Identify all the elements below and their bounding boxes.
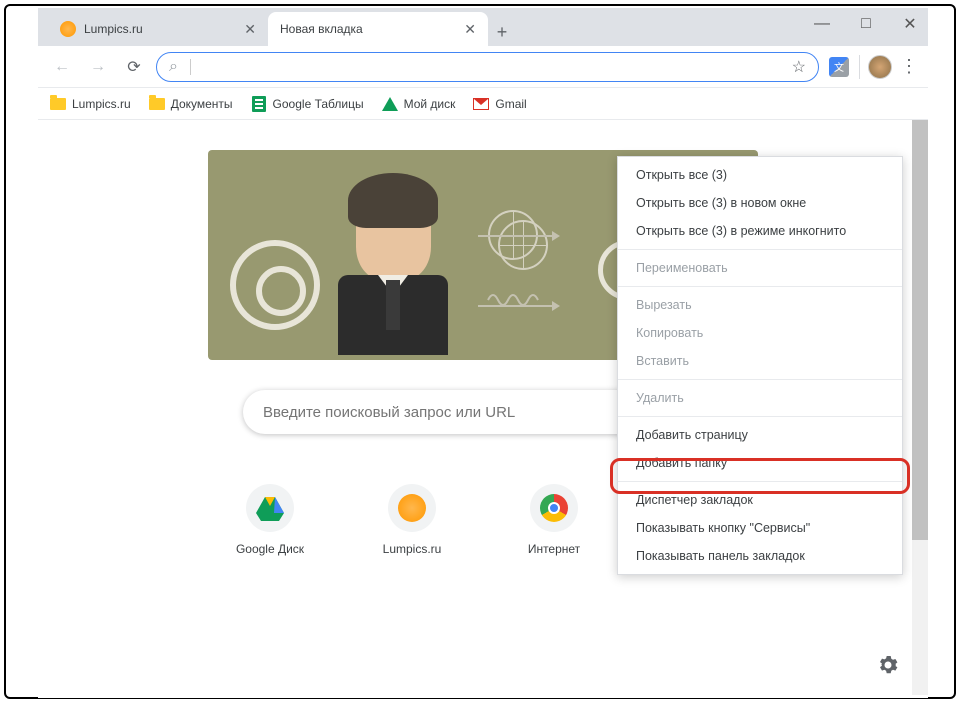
bookmark-drive[interactable]: Мой диск <box>382 96 456 112</box>
minimize-button[interactable]: — <box>812 14 832 34</box>
bookmark-sheets[interactable]: Google Таблицы <box>251 96 364 112</box>
shortcut-drive[interactable]: Google Диск <box>215 484 325 556</box>
drive-icon <box>382 96 398 112</box>
scrollbar[interactable] <box>912 120 928 695</box>
nav-bar: ← → ⟳ ⌕ ☆ 文 ⋮ <box>38 46 928 88</box>
menu-show-apps-button[interactable]: Показывать кнопку "Сервисы" <box>618 514 902 542</box>
bookmark-documents[interactable]: Документы <box>149 96 233 112</box>
bookmark-gmail[interactable]: Gmail <box>473 96 526 112</box>
context-menu: Открыть все (3) Открыть все (3) в новом … <box>617 156 903 575</box>
shortcut-label: Google Диск <box>236 542 304 556</box>
menu-separator <box>618 286 902 287</box>
drive-icon <box>246 484 294 532</box>
tab-title: Lumpics.ru <box>84 22 143 36</box>
menu-open-all[interactable]: Открыть все (3) <box>618 161 902 189</box>
chrome-icon <box>530 484 578 532</box>
bookmark-lumpics[interactable]: Lumpics.ru <box>50 96 131 112</box>
window-controls: — □ ✕ <box>812 14 920 34</box>
profile-avatar[interactable] <box>868 55 892 79</box>
search-icon: ⌕ <box>169 58 178 76</box>
menu-rename[interactable]: Переименовать <box>618 254 902 282</box>
shortcut-label: Интернет <box>528 542 580 556</box>
menu-bookmark-manager[interactable]: Диспетчер закладок <box>618 486 902 514</box>
close-tab-icon[interactable]: ✕ <box>464 21 476 38</box>
shortcut-lumpics[interactable]: Lumpics.ru <box>357 484 467 556</box>
bookmarks-bar: Lumpics.ru Документы Google Таблицы Мой … <box>38 88 928 120</box>
tab-title: Новая вкладка <box>280 22 363 36</box>
cursor <box>190 59 191 75</box>
shortcut-internet[interactable]: Интернет <box>499 484 609 556</box>
forward-button[interactable]: → <box>84 53 112 81</box>
menu-cut[interactable]: Вырезать <box>618 291 902 319</box>
menu-add-folder[interactable]: Добавить папку <box>618 449 902 477</box>
maximize-button[interactable]: □ <box>856 14 876 34</box>
tab-new[interactable]: Новая вкладка ✕ <box>268 12 488 46</box>
menu-separator <box>618 416 902 417</box>
close-tab-icon[interactable]: ✕ <box>244 21 256 38</box>
sheets-icon <box>251 96 267 112</box>
menu-paste[interactable]: Вставить <box>618 347 902 375</box>
more-menu-button[interactable]: ⋮ <box>900 56 918 77</box>
menu-delete[interactable]: Удалить <box>618 384 902 412</box>
menu-add-page[interactable]: Добавить страницу <box>618 421 902 449</box>
bookmark-label: Gmail <box>495 97 526 111</box>
reload-button[interactable]: ⟳ <box>120 53 148 81</box>
separator <box>859 55 860 79</box>
back-button[interactable]: ← <box>48 53 76 81</box>
bookmark-label: Google Таблицы <box>273 97 364 111</box>
shortcut-label: Lumpics.ru <box>383 542 442 556</box>
close-window-button[interactable]: ✕ <box>900 14 920 34</box>
orange-icon <box>60 21 76 37</box>
folder-icon <box>149 96 165 112</box>
menu-open-all-incognito[interactable]: Открыть все (3) в режиме инкогнито <box>618 217 902 245</box>
bookmark-label: Документы <box>171 97 233 111</box>
bookmark-label: Lumpics.ru <box>72 97 131 111</box>
menu-separator <box>618 379 902 380</box>
menu-separator <box>618 249 902 250</box>
menu-open-all-window[interactable]: Открыть все (3) в новом окне <box>618 189 902 217</box>
menu-show-bookmarks-bar[interactable]: Показывать панель закладок <box>618 542 902 570</box>
menu-copy[interactable]: Копировать <box>618 319 902 347</box>
bookmark-label: Мой диск <box>404 97 456 111</box>
star-icon[interactable]: ☆ <box>792 57 806 77</box>
menu-separator <box>618 481 902 482</box>
gmail-icon <box>473 96 489 112</box>
folder-icon <box>50 96 66 112</box>
orange-icon <box>388 484 436 532</box>
settings-gear-icon[interactable] <box>876 653 900 677</box>
tab-lumpics[interactable]: Lumpics.ru ✕ <box>48 12 268 46</box>
new-tab-button[interactable]: + <box>488 18 516 46</box>
translate-extension-icon[interactable]: 文 <box>827 55 851 79</box>
browser-window: — □ ✕ Lumpics.ru ✕ Новая вкладка ✕ + ← →… <box>38 8 928 698</box>
address-bar[interactable]: ⌕ ☆ <box>156 52 819 82</box>
tab-bar: Lumpics.ru ✕ Новая вкладка ✕ + <box>38 8 928 46</box>
